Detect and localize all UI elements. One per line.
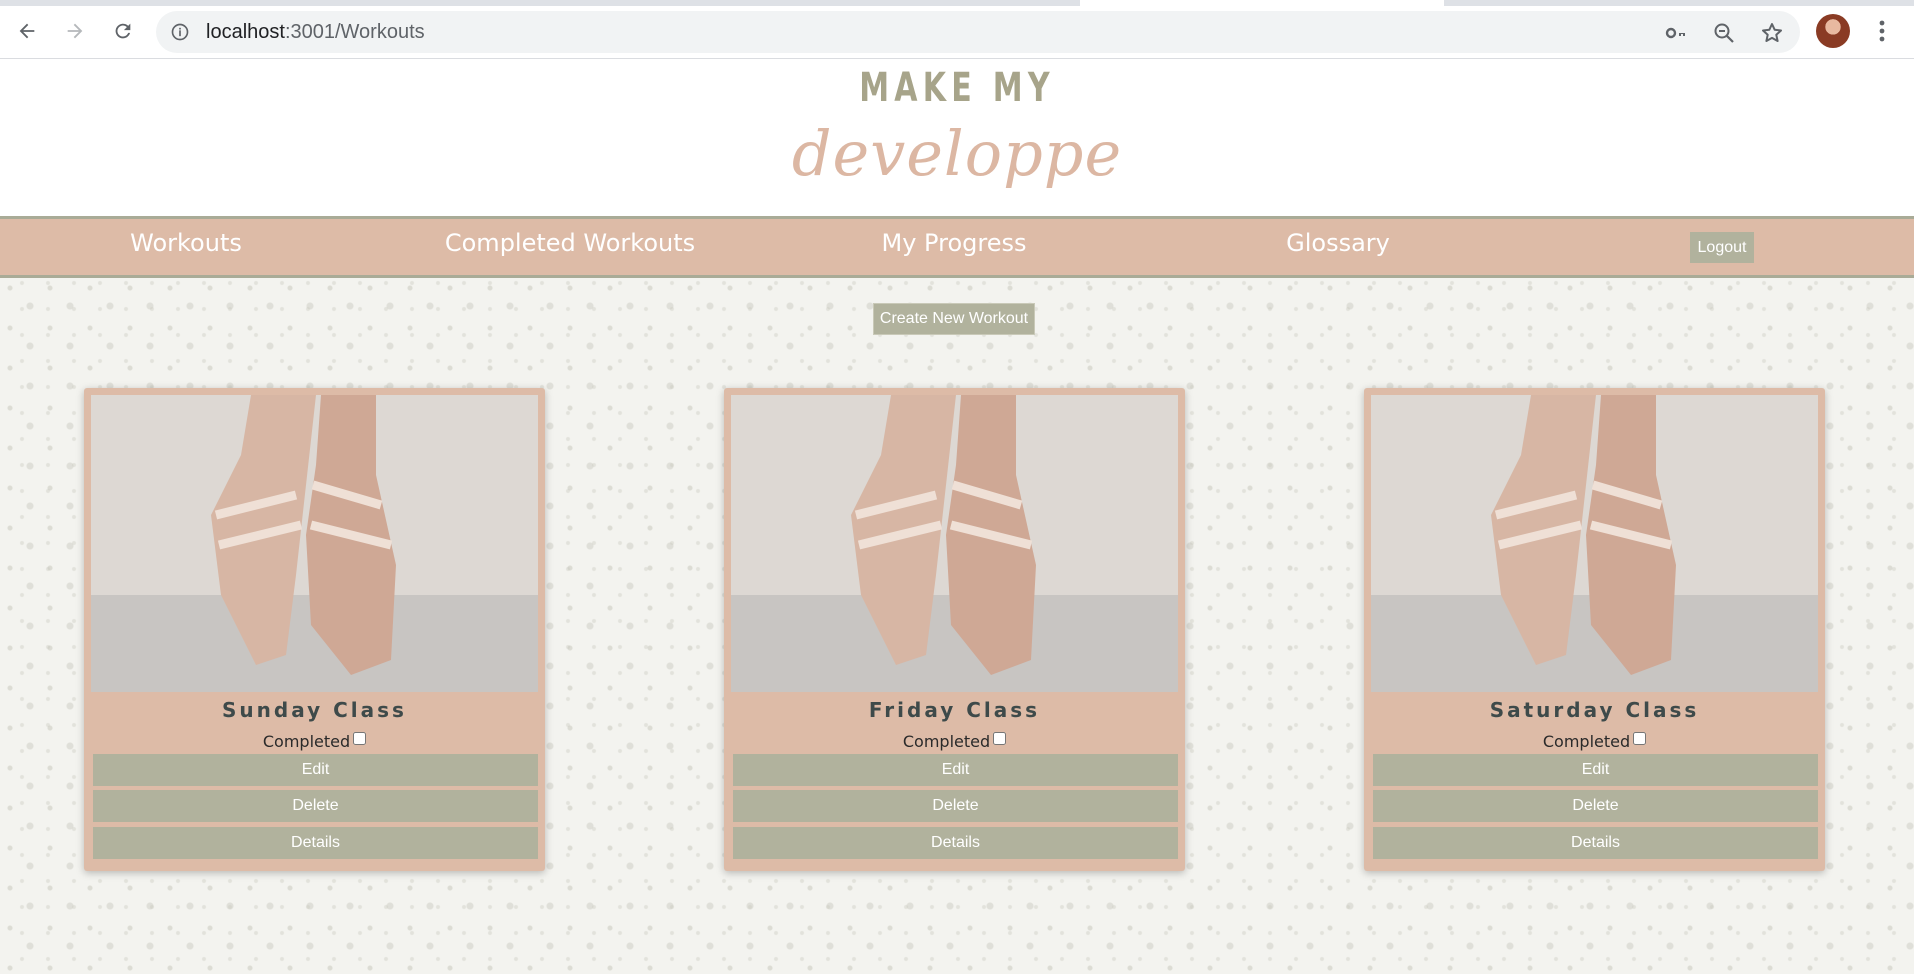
workout-card: Saturday Class Completed Edit Delete Det… (1364, 388, 1825, 871)
main-navbar: Workouts Completed Workouts My Progress … (0, 216, 1914, 278)
nav-link-my-progress[interactable]: My Progress (882, 229, 1027, 257)
nav-link-completed-workouts[interactable]: Completed Workouts (445, 229, 695, 257)
completed-field: Completed (1364, 732, 1825, 751)
workout-title: Friday Class (868, 698, 1041, 722)
profile-avatar[interactable] (1816, 14, 1850, 48)
ballet-pointe-shoes-icon (1371, 395, 1818, 692)
ballet-pointe-shoes-icon (731, 395, 1178, 692)
active-tab[interactable] (1080, 0, 1444, 6)
logo-top-text[interactable]: MAKE MY (239, 65, 1675, 111)
create-workout-button[interactable]: Create New Workout (873, 303, 1035, 335)
zoom-out-icon[interactable] (1712, 21, 1736, 45)
delete-button[interactable]: Delete (733, 790, 1178, 822)
ballet-pointe-shoes-icon (91, 395, 538, 692)
completed-checkbox[interactable] (1633, 732, 1647, 745)
workout-title: Saturday Class (1489, 698, 1700, 722)
details-button[interactable]: Details (733, 827, 1178, 859)
url-host: localhost (206, 21, 285, 43)
workout-image (731, 395, 1178, 692)
url-path: :3001/Workouts (284, 21, 425, 43)
workout-card: Sunday Class Completed Edit Delete Detai… (84, 388, 545, 871)
nav-link-glossary[interactable]: Glossary (1286, 229, 1390, 257)
details-button[interactable]: Details (1373, 827, 1818, 859)
url-text[interactable]: localhost:3001/Workouts (206, 21, 425, 44)
completed-label: Completed (902, 732, 991, 751)
edit-button[interactable]: Edit (1373, 754, 1818, 786)
tab-strip (0, 0, 1914, 6)
delete-button[interactable]: Delete (93, 790, 538, 822)
completed-checkbox[interactable] (353, 732, 367, 745)
nav-link-workouts[interactable]: Workouts (130, 229, 242, 257)
back-icon[interactable] (12, 16, 42, 46)
menu-kebab-icon[interactable] (1872, 18, 1892, 44)
logo-script-text[interactable]: developpe (0, 117, 1914, 190)
web-page: MAKE MY developpe Workouts Completed Wor… (0, 59, 1914, 974)
bookmark-star-icon[interactable] (1760, 21, 1784, 45)
logout-button[interactable]: Logout (1690, 232, 1754, 263)
workouts-content: Create New Workout Sunday Class Complete… (0, 278, 1914, 974)
reload-icon[interactable] (108, 16, 138, 46)
address-bar[interactable]: localhost:3001/Workouts (156, 11, 1800, 53)
workout-image (91, 395, 538, 692)
workout-card: Friday Class Completed Edit Delete Detai… (724, 388, 1185, 871)
workout-image (1371, 395, 1818, 692)
edit-button[interactable]: Edit (733, 754, 1178, 786)
forward-icon[interactable] (60, 16, 90, 46)
key-icon[interactable] (1664, 21, 1688, 45)
edit-button[interactable]: Edit (93, 754, 538, 786)
completed-field: Completed (84, 732, 545, 751)
completed-label: Completed (262, 732, 351, 751)
delete-button[interactable]: Delete (1373, 790, 1818, 822)
workout-title: Sunday Class (222, 698, 407, 722)
completed-label: Completed (1542, 732, 1631, 751)
completed-field: Completed (724, 732, 1185, 751)
completed-checkbox[interactable] (993, 732, 1007, 745)
details-button[interactable]: Details (93, 827, 538, 859)
browser-toolbar: localhost:3001/Workouts (0, 0, 1914, 59)
site-header: MAKE MY developpe (0, 59, 1914, 216)
info-icon[interactable] (170, 22, 190, 42)
